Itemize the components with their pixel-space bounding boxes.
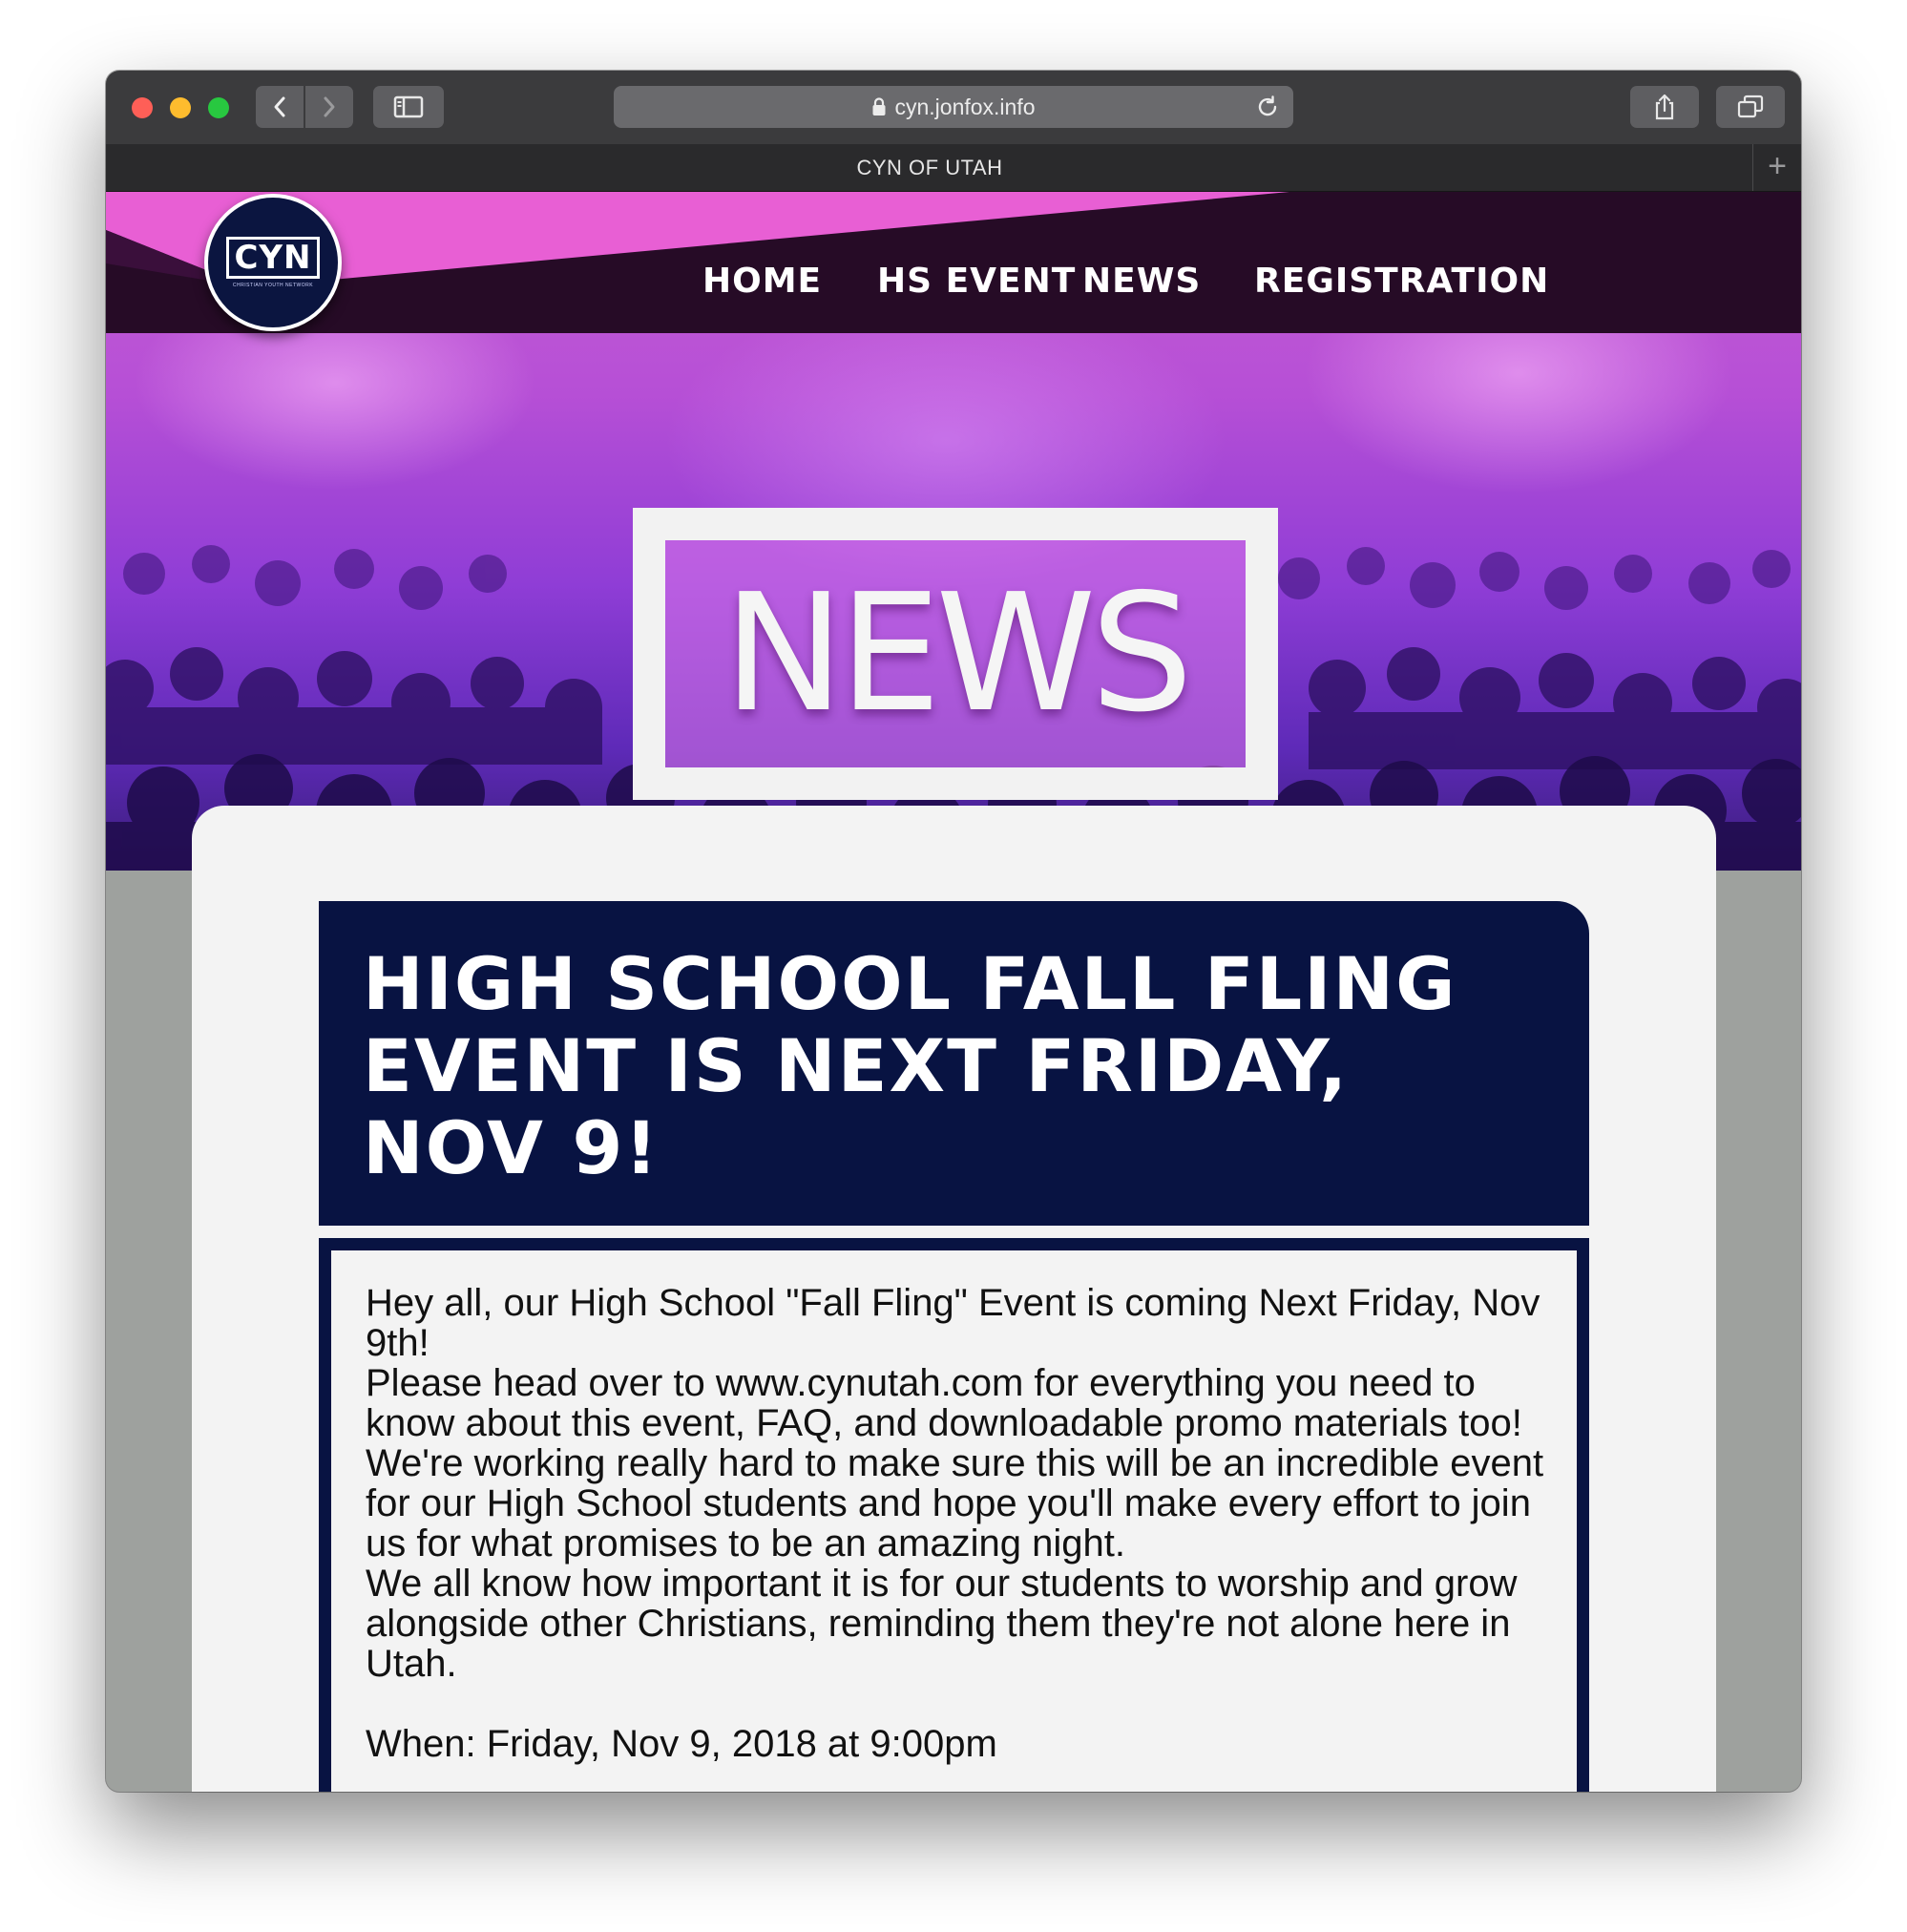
article-card: HIGH SCHOOL FALL FLING EVENT IS NEXT FRI… — [192, 806, 1716, 1792]
minimize-window-button[interactable] — [170, 97, 191, 118]
logo-subtext: CHRISTIAN YOUTH NETWORK — [232, 283, 314, 288]
browser-window: cyn.jonfox.info CYN OF UTAH + CYN CHRIST… — [106, 71, 1801, 1792]
share-icon — [1655, 94, 1674, 120]
reload-icon[interactable] — [1255, 94, 1280, 119]
nav-registration[interactable]: REGISTRATION — [1254, 262, 1549, 301]
article-body: Hey all, our High School "Fall Fling" Ev… — [366, 1283, 1559, 1764]
share-button[interactable] — [1630, 86, 1699, 128]
article-paragraph: Please head over to www.cynutah.com for … — [366, 1362, 1544, 1564]
zoom-window-button[interactable] — [208, 97, 229, 118]
show-tabs-button[interactable] — [1716, 86, 1785, 128]
logo-wordmark: CYN — [226, 237, 320, 279]
hero-banner: CYN CHRISTIAN YOUTH NETWORK HOME HS EVEN… — [106, 192, 1801, 871]
url-text: cyn.jonfox.info — [894, 94, 1036, 119]
tab-cyn-of-utah[interactable]: CYN OF UTAH — [106, 144, 1753, 191]
sidebar-toggle-button[interactable] — [373, 86, 444, 128]
event-when: When: Friday, Nov 9, 2018 at 9:00pm — [366, 1723, 997, 1765]
browser-toolbar: cyn.jonfox.info — [106, 71, 1801, 145]
forward-button[interactable] — [305, 86, 353, 128]
site-header: CYN CHRISTIAN YOUTH NETWORK HOME HS EVEN… — [106, 192, 1801, 333]
address-bar[interactable]: cyn.jonfox.info — [614, 86, 1293, 128]
article-paragraph: Hey all, our High School "Fall Fling" Ev… — [366, 1282, 1540, 1364]
article-paragraph: We all know how important it is for our … — [366, 1563, 1518, 1685]
article-body-box: Hey all, our High School "Fall Fling" Ev… — [319, 1238, 1589, 1792]
tab-bar: CYN OF UTAH + — [106, 144, 1801, 192]
nav-news[interactable]: NEWS — [1082, 262, 1201, 301]
article-headline: HIGH SCHOOL FALL FLING EVENT IS NEXT FRI… — [363, 941, 1457, 1190]
hero-title: NEWS — [723, 559, 1194, 748]
sidebar-icon — [393, 95, 424, 118]
new-tab-button[interactable]: + — [1752, 144, 1801, 191]
headline-banner: HIGH SCHOOL FALL FLING EVENT IS NEXT FRI… — [319, 901, 1589, 1226]
back-button[interactable] — [256, 86, 304, 128]
chevron-right-icon — [324, 96, 335, 117]
hero-title-frame: NEWS — [633, 508, 1278, 800]
close-window-button[interactable] — [132, 97, 153, 118]
nav-hs-event[interactable]: HS EVENT — [877, 262, 1076, 301]
chevron-left-icon — [274, 96, 285, 117]
web-page: CYN CHRISTIAN YOUTH NETWORK HOME HS EVEN… — [106, 192, 1801, 1792]
cyn-logo[interactable]: CYN CHRISTIAN YOUTH NETWORK — [204, 194, 342, 331]
lock-icon — [872, 97, 886, 116]
tabs-overview-icon — [1737, 94, 1764, 118]
nav-home[interactable]: HOME — [702, 262, 822, 301]
